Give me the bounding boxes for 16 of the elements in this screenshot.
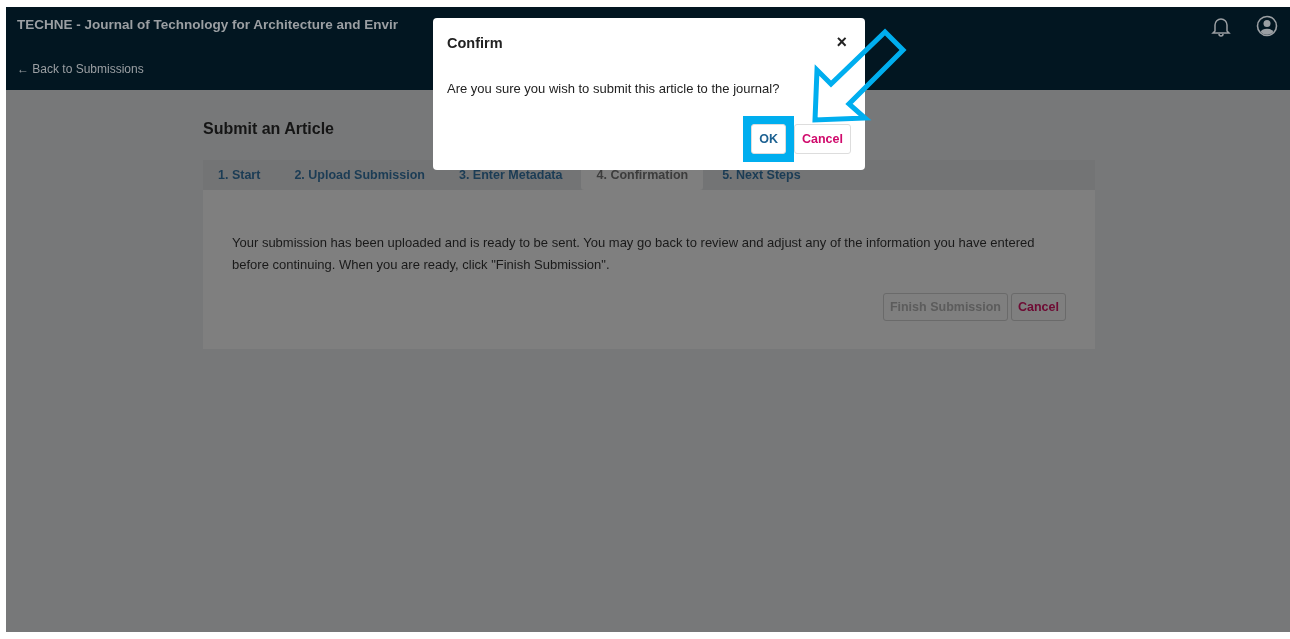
ok-button[interactable]: OK bbox=[751, 124, 786, 154]
close-button[interactable]: × bbox=[832, 32, 851, 53]
page-heading: Submit an Article bbox=[203, 120, 335, 138]
back-to-submissions-link[interactable]: ← Back to Submissions bbox=[17, 62, 144, 76]
cancel-button[interactable]: Cancel bbox=[794, 124, 851, 154]
bell-icon[interactable] bbox=[1210, 15, 1232, 37]
user-avatar-icon[interactable] bbox=[1256, 15, 1278, 37]
cancel-button[interactable]: Cancel bbox=[1011, 293, 1066, 321]
confirmation-message: Your submission has been uploaded and is ready to be sent. You may go back to review and adjust any of the information you have entered before continuing. When you are ready, click "Finish Submission". bbox=[232, 234, 1036, 274]
step-tab[interactable]: 3. Enter Metadata bbox=[443, 160, 578, 190]
journal-title: TECHNE - Journal of Technology for Architecture and Envir bbox=[17, 17, 399, 32]
dialog-message: Are you sure you wish to submit this article to the journal? bbox=[447, 81, 781, 96]
step-tab[interactable]: 1. Start bbox=[203, 160, 276, 190]
step-tab[interactable]: 5. Next Steps bbox=[707, 160, 816, 190]
dialog-title: Confirm bbox=[447, 34, 503, 51]
step-tab[interactable]: 2. Upload Submission bbox=[279, 160, 440, 190]
